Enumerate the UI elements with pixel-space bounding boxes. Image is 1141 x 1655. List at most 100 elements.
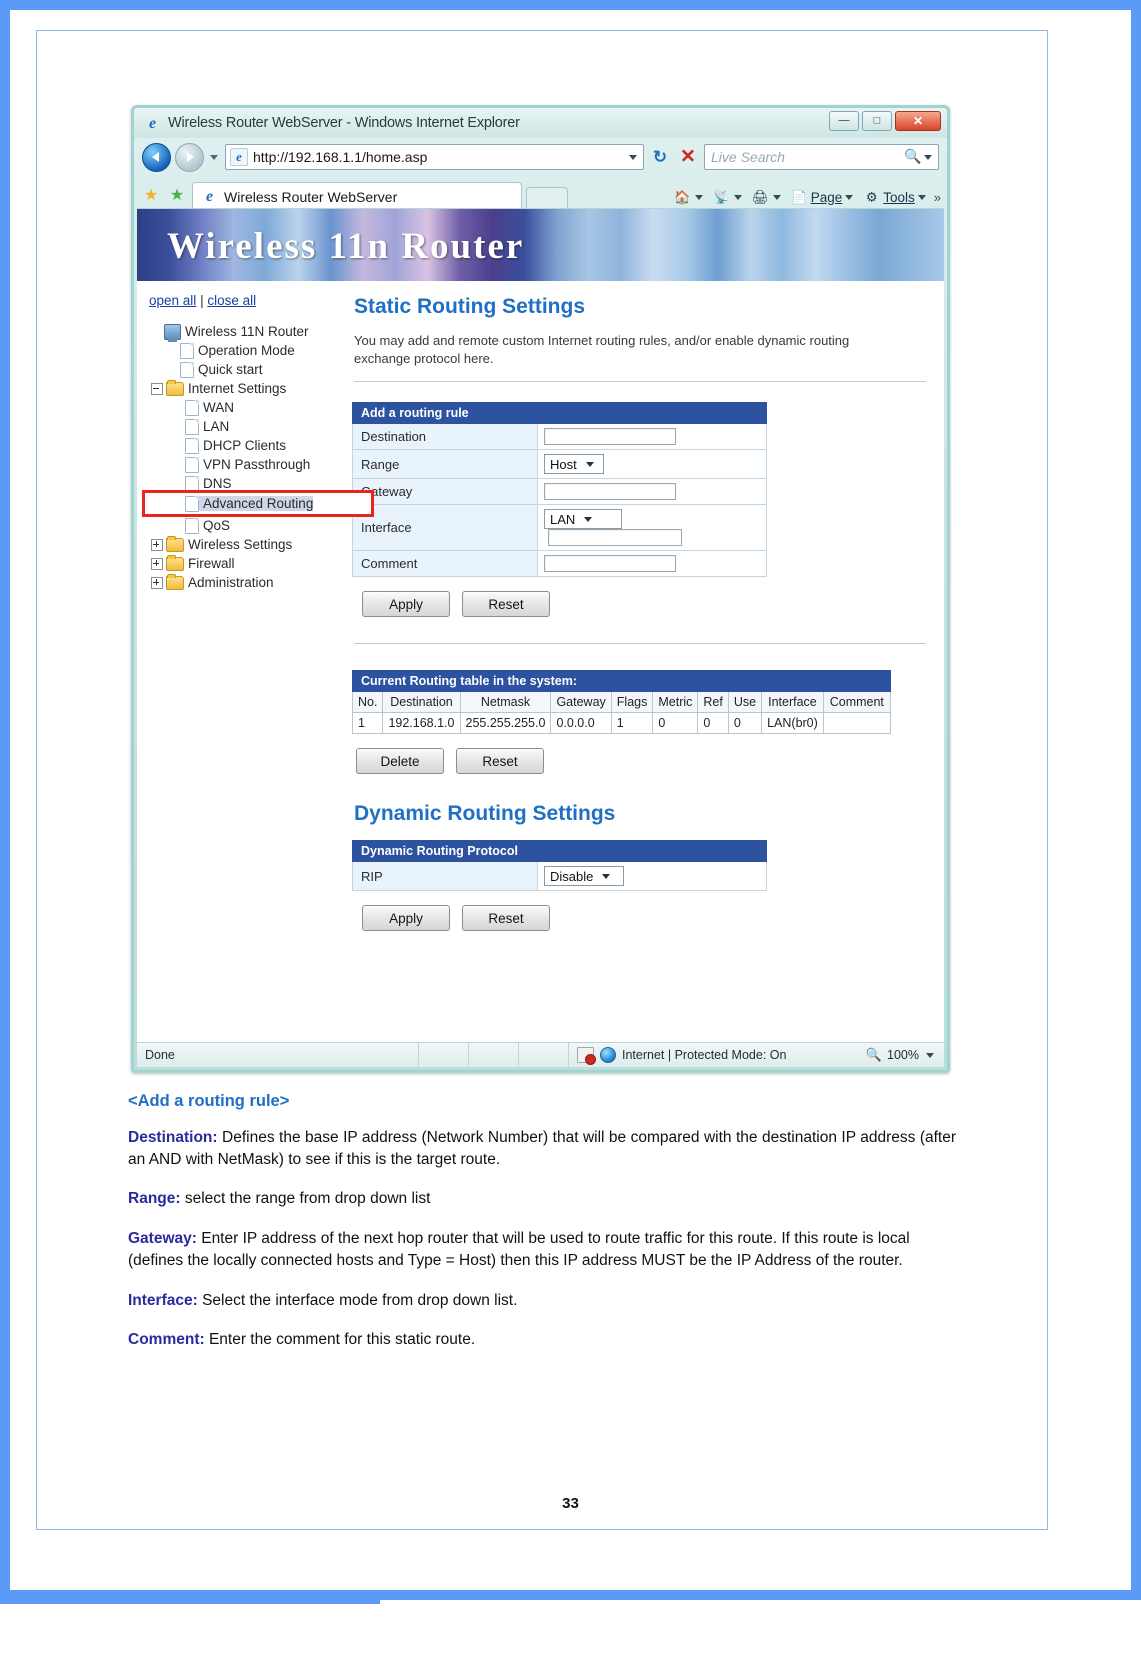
chevron-down-icon[interactable] (733, 190, 744, 204)
tree-collapse-icon[interactable] (151, 382, 163, 395)
close-all-link[interactable]: close all (207, 293, 256, 308)
internet-zone-icon (600, 1047, 616, 1063)
back-button[interactable] (142, 142, 171, 172)
stop-button[interactable]: ✕ (676, 145, 700, 169)
tab-label: Wireless Router WebServer (224, 188, 398, 205)
page-menu-button[interactable]: 📄 Page (787, 188, 859, 206)
cell-comment (822, 712, 891, 735)
nav-label: VPN Passthrough (203, 457, 311, 472)
star-plus-icon: ★ (169, 187, 185, 204)
tab-wireless-router-webserver[interactable]: Wireless Router WebServer (192, 182, 522, 210)
tree-expand-icon[interactable] (151, 576, 163, 589)
table-row-gateway: Gateway (352, 478, 767, 506)
comment-label: Comment (352, 550, 538, 578)
chevron-down-icon[interactable] (694, 190, 705, 204)
col-use: Use (727, 691, 763, 714)
delete-button[interactable]: Delete (356, 748, 444, 775)
new-tab-button[interactable] (526, 187, 568, 210)
interface-select[interactable]: LAN (544, 509, 622, 530)
range-select-value: Host (550, 456, 577, 472)
status-spacer-3 (519, 1043, 569, 1067)
gateway-input[interactable] (544, 483, 676, 501)
chevron-down-icon[interactable] (917, 190, 928, 204)
tree-expand-icon[interactable] (151, 538, 163, 551)
destination-cell (537, 423, 767, 451)
range-select[interactable]: Host (544, 454, 604, 475)
routing-table-caption: Current Routing table in the system: (352, 670, 891, 693)
nav-item-dns[interactable]: DNS (145, 474, 344, 493)
zoom-icon: 🔍 (865, 1047, 883, 1062)
doc-paragraph-range: Range: select the range from drop down l… (128, 1188, 956, 1210)
nav-label: Quick start (198, 362, 263, 377)
browser-window: Wireless Router WebServer - Windows Inte… (131, 105, 950, 1073)
table-row-comment: Comment (352, 550, 767, 578)
page-icon (185, 418, 199, 435)
apply-button[interactable]: Apply (362, 591, 450, 618)
open-all-link[interactable]: open all (149, 293, 196, 308)
nav-item-wireless-settings[interactable]: Wireless Settings (145, 535, 344, 554)
cell-destination: 192.168.1.0 (382, 712, 461, 735)
add-favorite-icon[interactable]: ★ (166, 185, 188, 207)
status-spacer-1 (419, 1043, 469, 1067)
nav-label: Internet Settings (188, 381, 287, 396)
nav-item-operation-mode[interactable]: Operation Mode (145, 341, 344, 360)
nav-item-advanced-routing[interactable]: Advanced Routing (142, 490, 374, 517)
search-provider-dropdown-icon[interactable] (920, 146, 936, 168)
nav-item-firewall[interactable]: Firewall (145, 554, 344, 573)
nav-item-vpn-passthrough[interactable]: VPN Passthrough (145, 455, 344, 474)
dynamic-routing-table: Dynamic Routing Protocol RIP Disable (352, 840, 767, 892)
security-zone-area[interactable]: Internet | Protected Mode: On (569, 1047, 818, 1065)
zoom-control[interactable]: 🔍 100% (818, 1047, 944, 1063)
dynamic-apply-button[interactable]: Apply (362, 905, 450, 932)
cell-ref: 0 (697, 712, 729, 735)
chevron-down-icon[interactable] (772, 190, 783, 204)
command-bar: 🏠 📡 🖨 📄 Page ⚙ Tools » (670, 188, 941, 206)
close-button[interactable]: ✕ (895, 111, 941, 131)
nav-item-dhcp-clients[interactable]: DHCP Clients (145, 436, 344, 455)
nav-item-internet-settings[interactable]: Internet Settings (145, 379, 344, 398)
nav-item-qos[interactable]: QoS (145, 516, 344, 535)
range-label: Range (352, 449, 538, 480)
table-row[interactable]: 1 192.168.1.0 255.255.255.0 0.0.0.0 1 0 … (351, 712, 891, 735)
maximize-button[interactable]: □ (862, 111, 892, 131)
forward-button[interactable] (175, 142, 204, 172)
routing-table-caption-row: Current Routing table in the system: (352, 670, 891, 693)
routing-table-reset-button[interactable]: Reset (456, 748, 544, 775)
search-input[interactable]: Live Search 🔍 (704, 144, 939, 170)
nav-item-wireless-11n-router[interactable]: Wireless 11N Router (145, 322, 344, 342)
comment-input[interactable] (544, 555, 676, 573)
tree-expand-links: open all | close all (145, 293, 344, 308)
dynamic-reset-button[interactable]: Reset (462, 905, 550, 932)
minimize-button[interactable]: — (829, 111, 859, 131)
chevron-down-icon[interactable] (924, 1049, 936, 1061)
status-text: Done (137, 1043, 419, 1067)
rip-select[interactable]: Disable (544, 866, 624, 887)
nav-item-administration[interactable]: Administration (145, 573, 344, 592)
address-input[interactable]: http://192.168.1.1/home.asp (225, 144, 644, 170)
search-icon[interactable]: 🔍 (902, 148, 921, 166)
print-button[interactable]: 🖨 (748, 188, 786, 206)
doc-term-gateway: Gateway: (128, 1229, 197, 1247)
doc-heading: <Add a routing rule> (128, 1092, 290, 1110)
nav-item-wan[interactable]: WAN (145, 398, 344, 417)
page-content-viewport: Wireless 11n Router open all | close all… (137, 208, 944, 1042)
destination-input[interactable] (544, 428, 676, 446)
chevron-down-icon[interactable] (844, 190, 855, 204)
internet-explorer-icon (144, 115, 161, 132)
recent-pages-dropdown-icon[interactable] (208, 144, 221, 171)
interface-select-value: LAN (550, 511, 576, 527)
reset-button[interactable]: Reset (462, 591, 550, 618)
address-dropdown-icon[interactable] (625, 146, 641, 168)
interface-name-input[interactable] (548, 529, 682, 547)
feeds-button[interactable]: 📡 (709, 188, 747, 206)
tree-expand-icon[interactable] (151, 557, 163, 570)
favorites-center-icon[interactable]: ★ (140, 185, 162, 207)
cell-interface: LAN(br0) (761, 712, 824, 735)
command-overflow-icon[interactable]: » (932, 190, 941, 205)
page-icon (185, 495, 199, 512)
nav-item-quick-start[interactable]: Quick start (145, 360, 344, 379)
tools-menu-button[interactable]: ⚙ Tools (859, 188, 931, 206)
nav-item-lan[interactable]: LAN (145, 417, 344, 436)
home-button[interactable]: 🏠 (670, 188, 708, 206)
refresh-button[interactable]: ↻ (648, 145, 672, 169)
